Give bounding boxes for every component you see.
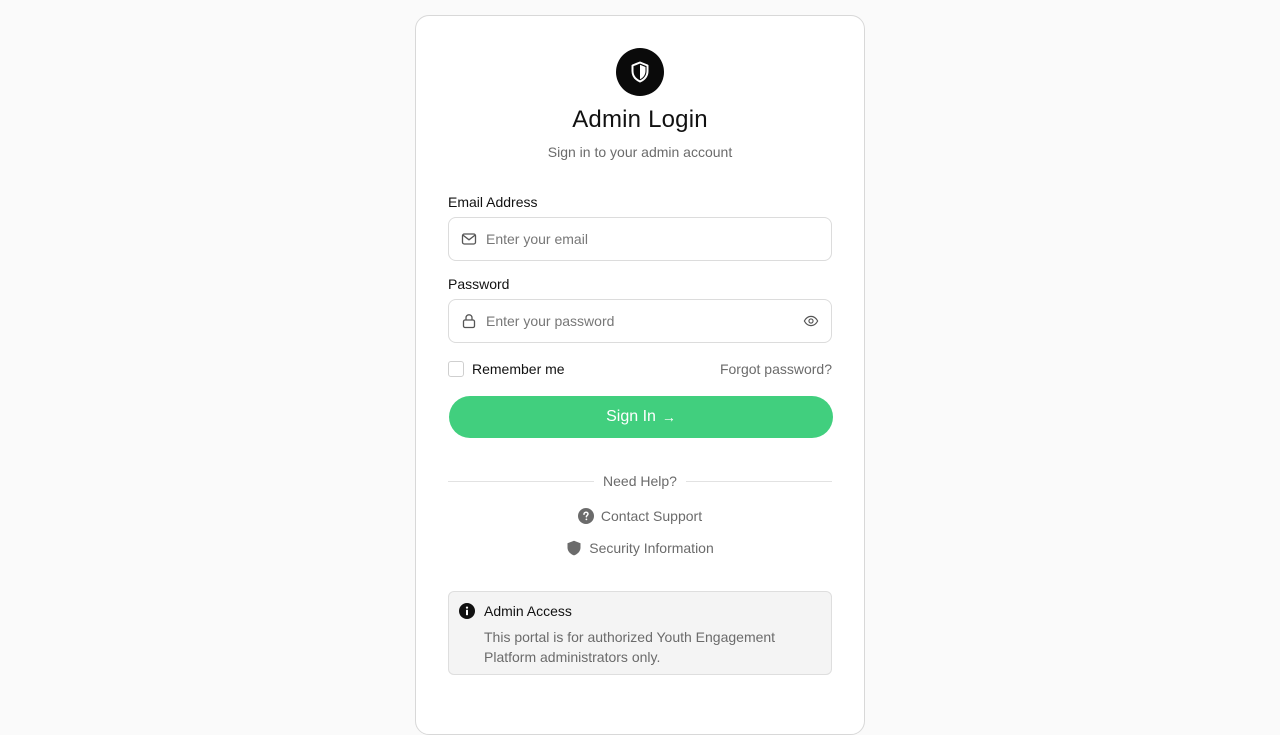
password-field-wrapper [448, 299, 832, 343]
info-icon [459, 603, 475, 619]
remember-me[interactable]: Remember me [448, 361, 565, 377]
contact-support-link[interactable]: Contact Support [448, 507, 832, 525]
remember-me-checkbox[interactable] [448, 361, 464, 377]
divider-line-left [448, 480, 595, 482]
forgot-password-link[interactable]: Forgot password? [720, 361, 832, 377]
admin-access-notice: Admin Access This portal is for authoriz… [448, 591, 832, 675]
eye-icon[interactable] [803, 313, 819, 329]
lock-icon [461, 313, 477, 329]
divider-line-right [685, 480, 832, 482]
shield-icon [616, 48, 664, 96]
question-circle-icon [577, 508, 594, 524]
contact-support-label: Contact Support [600, 508, 703, 524]
mail-icon [461, 231, 477, 247]
arrow-right-icon: → [661, 409, 676, 425]
security-information-link[interactable]: Security Information [448, 539, 832, 557]
email-field[interactable] [486, 231, 819, 247]
help-divider-label: Need Help? [603, 473, 677, 489]
remember-me-label: Remember me [472, 361, 565, 377]
security-information-label: Security Information [589, 540, 714, 556]
notice-body: Admin Access This portal is for authoriz… [484, 602, 804, 674]
email-label: Email Address [448, 194, 538, 210]
password-label: Password [448, 276, 510, 292]
page-subtitle: Sign in to your admin account [547, 144, 733, 160]
login-card: Admin Login Sign in to your admin accoun… [415, 15, 865, 735]
shield-icon [566, 540, 582, 556]
page-title: Admin Login [572, 106, 708, 133]
notice-title: Admin Access [484, 603, 572, 619]
notice-text: This portal is for authorized Youth Enga… [484, 629, 776, 665]
sign-in-button[interactable]: Sign In → [449, 396, 833, 438]
help-divider: Need Help? [448, 472, 832, 490]
email-field-wrapper [448, 217, 832, 261]
form-options-row: Remember me Forgot password? [448, 361, 832, 377]
sign-in-label: Sign In [606, 408, 656, 425]
password-field[interactable] [486, 313, 797, 329]
